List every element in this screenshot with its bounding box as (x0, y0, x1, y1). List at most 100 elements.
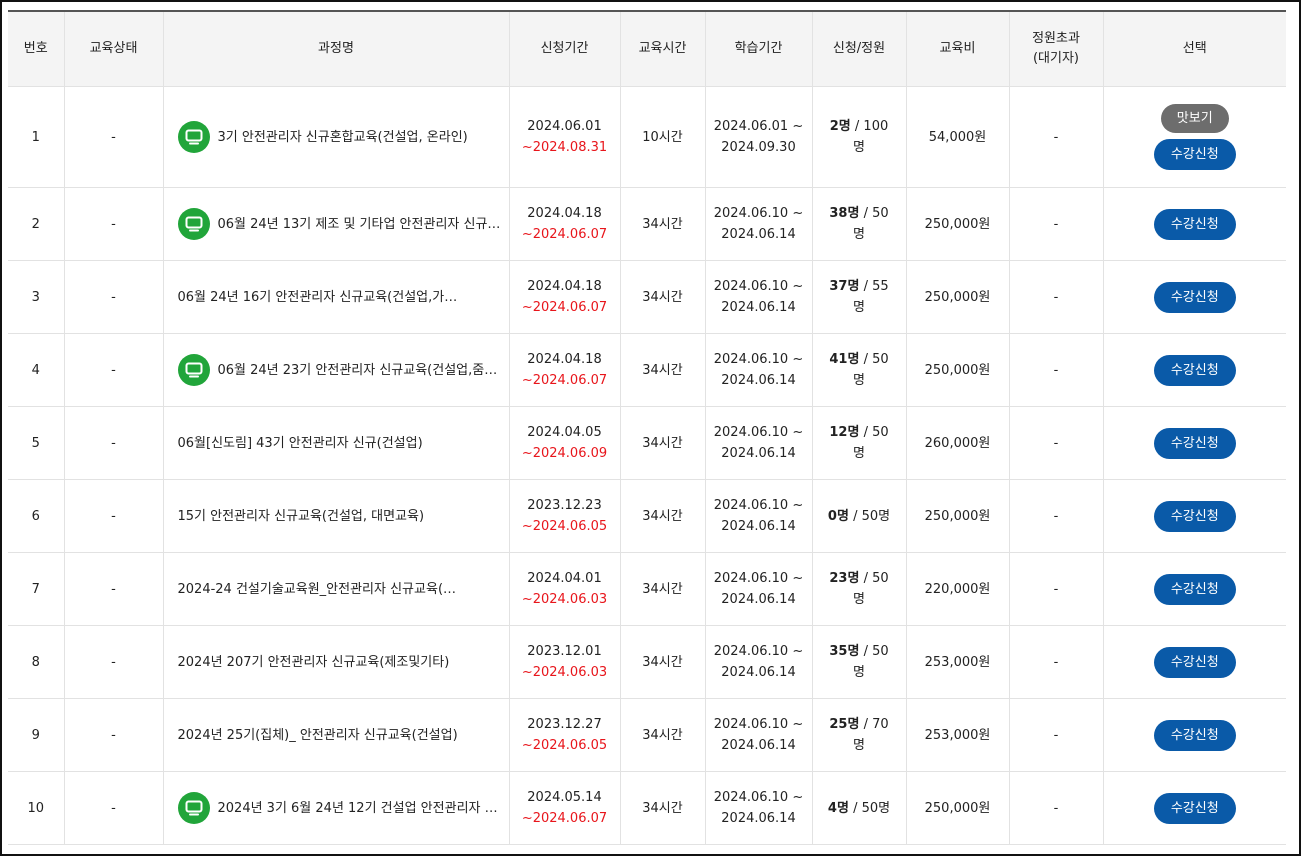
capacity: / 55 명 (853, 279, 889, 315)
apply-button[interactable]: 수강신청 (1153, 427, 1236, 459)
row-no: 10 (8, 771, 65, 845)
course-title-link[interactable]: 3기 안전관리자 신규혼합교육(건설업, 온라인) (218, 127, 468, 148)
study-start: 2024.06.10 ~ (713, 206, 804, 221)
header-apply-period: 신청기간 (508, 11, 621, 87)
study-end: 2024.06.14 (721, 665, 796, 680)
header-hours: 교육시간 (619, 11, 706, 87)
row-applied-capacity: 25명 / 70 명 (811, 698, 907, 772)
header-title: 과정명 (162, 11, 510, 87)
study-start: 2024.06.10 ~ (713, 279, 804, 294)
table-row: 7 - 2024-24 건설기술교육원_안전관리자 신규교육(건설업) 2024… (8, 552, 1286, 626)
row-apply-period: 2023.12.23 ~2024.06.05 (508, 479, 621, 553)
apply-button[interactable]: 수강신청 (1153, 792, 1236, 824)
applied-count: 37명 (829, 279, 860, 294)
row-study-period: 2024.06.10 ~ 2024.06.14 (704, 625, 813, 699)
row-fee: 250,000원 (905, 333, 1010, 407)
row-applied-capacity: 4명 / 50명 (811, 771, 907, 845)
study-start: 2024.06.01 ~ (713, 119, 804, 134)
row-applied-capacity: 37명 / 55 명 (811, 260, 907, 334)
row-title-cell: 06월 24년 16기 안전관리자 신규교육(건설업,가산디지… (162, 260, 510, 334)
row-hours: 34시간 (619, 552, 706, 626)
apply-end: ~2024.06.09 (521, 446, 608, 461)
row-status: - (63, 479, 164, 553)
row-study-period: 2024.06.10 ~ 2024.06.14 (704, 187, 813, 261)
study-start: 2024.06.10 ~ (713, 571, 804, 586)
table-row: 8 - 2024년 207기 안전관리자 신규교육(제조및기타) 2023.12… (8, 625, 1286, 699)
capacity: / 50명 (853, 800, 891, 816)
row-fee: 250,000원 (905, 260, 1010, 334)
row-select: 맛보기 수강신청 (1102, 86, 1286, 188)
row-status: - (63, 698, 164, 772)
apply-button[interactable]: 수강신청 (1153, 208, 1236, 240)
row-fee: 220,000원 (905, 552, 1010, 626)
course-title-link[interactable]: 2024년 3기 6월 24년 12기 건설업 안전관리자 … (218, 798, 498, 819)
row-status: - (63, 260, 164, 334)
apply-end: ~2024.06.05 (521, 519, 608, 534)
apply-button[interactable]: 수강신청 (1153, 646, 1236, 678)
applied-count: 41명 (829, 352, 860, 367)
row-apply-period: 2024.04.18 ~2024.06.07 (508, 187, 621, 261)
study-start: 2024.06.10 ~ (713, 498, 804, 513)
apply-button[interactable]: 수강신청 (1153, 281, 1236, 313)
preview-button[interactable]: 맛보기 (1160, 104, 1229, 133)
apply-end: ~2024.06.03 (521, 592, 608, 607)
row-hours: 34시간 (619, 260, 706, 334)
row-applied-capacity: 12명 / 50 명 (811, 406, 907, 480)
table-header-row: 번호 교육상태 과정명 신청기간 교육시간 학습기간 신청/정원 교육비 정원초… (8, 11, 1286, 87)
apply-button[interactable]: 수강신청 (1153, 500, 1236, 532)
row-hours: 34시간 (619, 698, 706, 772)
row-title-cell: 06월 24년 23기 안전관리자 신규교육(건설업,줌… (162, 333, 510, 407)
row-no: 4 (8, 333, 65, 407)
row-fee: 250,000원 (905, 771, 1010, 845)
row-waiting: - (1008, 698, 1104, 772)
apply-button[interactable]: 수강신청 (1153, 139, 1236, 170)
row-waiting: - (1008, 406, 1104, 480)
course-title-link[interactable]: 06월 24년 16기 안전관리자 신규교육(건설업,가산디지… (178, 287, 468, 308)
study-start: 2024.06.10 ~ (713, 425, 804, 440)
row-study-period: 2024.06.10 ~ 2024.06.14 (704, 333, 813, 407)
row-title-cell: 15기 안전관리자 신규교육(건설업, 대면교육) (162, 479, 510, 553)
header-applied-capacity: 신청/정원 (811, 11, 907, 87)
study-end: 2024.06.14 (721, 300, 796, 315)
course-title-link[interactable]: 15기 안전관리자 신규교육(건설업, 대면교육) (178, 506, 425, 527)
study-end: 2024.06.14 (721, 811, 796, 826)
row-fee: 260,000원 (905, 406, 1010, 480)
applied-count: 12명 (829, 425, 860, 440)
apply-start: 2023.12.27 (527, 717, 602, 732)
course-title-link[interactable]: 06월 24년 23기 안전관리자 신규교육(건설업,줌… (218, 360, 498, 381)
capacity: / 50명 (853, 508, 891, 524)
table-row: 2 - 06월 24년 13기 제조 및 기타업 안전관리자 신규… 2024.… (8, 187, 1286, 261)
course-title-link[interactable]: 06월 24년 13기 제조 및 기타업 안전관리자 신규… (218, 214, 501, 235)
course-title-link[interactable]: 06월[신도림] 43기 안전관리자 신규(건설업) (178, 433, 423, 454)
row-applied-capacity: 0명 / 50명 (811, 479, 907, 553)
row-select: 수강신청 (1102, 552, 1286, 626)
course-title-link[interactable]: 2024년 207기 안전관리자 신규교육(제조및기타) (178, 652, 450, 673)
apply-end: ~2024.06.07 (521, 300, 608, 315)
table-row: 6 - 15기 안전관리자 신규교육(건설업, 대면교육) 2023.12.23… (8, 479, 1286, 553)
row-no: 6 (8, 479, 65, 553)
apply-start: 2024.04.18 (527, 206, 602, 221)
apply-start: 2024.04.01 (527, 571, 602, 586)
row-select: 수강신청 (1102, 260, 1286, 334)
study-end: 2024.06.14 (721, 446, 796, 461)
row-title-cell: 06월[신도림] 43기 안전관리자 신규(건설업) (162, 406, 510, 480)
row-no: 9 (8, 698, 65, 772)
row-fee: 250,000원 (905, 187, 1010, 261)
course-title-link[interactable]: 2024년 25기(집체)_ 안전관리자 신규교육(건설업) (178, 725, 458, 746)
row-no: 2 (8, 187, 65, 261)
row-study-period: 2024.06.10 ~ 2024.06.14 (704, 771, 813, 845)
row-study-period: 2024.06.10 ~ 2024.06.14 (704, 552, 813, 626)
row-hours: 34시간 (619, 333, 706, 407)
row-status: - (63, 552, 164, 626)
apply-button[interactable]: 수강신청 (1153, 719, 1236, 751)
apply-button[interactable]: 수강신청 (1153, 573, 1236, 605)
study-start: 2024.06.10 ~ (713, 352, 804, 367)
row-status: - (63, 406, 164, 480)
apply-end: ~2024.06.07 (521, 373, 608, 388)
apply-button[interactable]: 수강신청 (1153, 354, 1236, 386)
row-waiting: - (1008, 187, 1104, 261)
capacity: / 50 명 (853, 644, 889, 680)
row-apply-period: 2024.04.18 ~2024.06.07 (508, 260, 621, 334)
capacity: / 50 명 (853, 571, 889, 607)
course-title-link[interactable]: 2024-24 건설기술교육원_안전관리자 신규교육(건설업) (178, 579, 468, 600)
